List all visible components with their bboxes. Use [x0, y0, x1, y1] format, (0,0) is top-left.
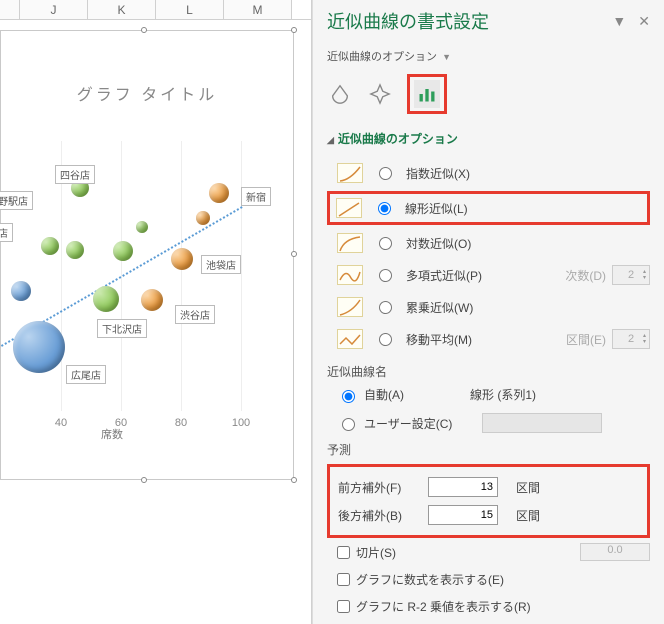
- pane-subheader[interactable]: 近似曲線のオプション ▼: [327, 48, 650, 64]
- data-point[interactable]: [113, 241, 133, 261]
- log-curve-icon: [337, 233, 363, 253]
- forecast-highlight: 前方補外(F) 区間 後方補外(B) 区間: [327, 464, 650, 538]
- trend-type-polynomial[interactable]: 多項式近似(P) 次数(D) 2: [327, 259, 650, 291]
- trendline-name-section: 近似曲線名: [327, 363, 650, 380]
- data-point[interactable]: [41, 237, 59, 255]
- exp-curve-icon: [337, 163, 363, 183]
- fill-line-tab-icon[interactable]: [327, 81, 353, 107]
- chart-handle[interactable]: [291, 27, 297, 33]
- radio-auto-name[interactable]: [342, 390, 355, 403]
- radio-linear[interactable]: [378, 202, 391, 215]
- label-logarithmic: 対数近似(O): [406, 235, 471, 252]
- col-header-j[interactable]: J: [20, 0, 88, 19]
- label-exponential: 指数近似(X): [406, 165, 470, 182]
- data-label[interactable]: 渋谷店: [175, 305, 215, 324]
- pane-dropdown-icon[interactable]: ▼: [612, 13, 626, 29]
- trend-type-movingavg[interactable]: 移動平均(M) 区間(E) 2: [327, 323, 650, 355]
- data-label[interactable]: 上野駅店: [0, 191, 33, 210]
- plot-area: 四谷店 上野駅店 町店 下北沢店 広尾店 渋谷店 池袋店 新宿 40 60 80…: [1, 141, 295, 411]
- section-label: 近似曲線のオプション: [338, 132, 458, 146]
- data-point[interactable]: [196, 211, 210, 225]
- backward-unit: 区間: [516, 507, 540, 524]
- col-header-m[interactable]: M: [224, 0, 292, 19]
- pane-title: 近似曲線の書式設定: [327, 8, 489, 34]
- data-label[interactable]: 池袋店: [201, 255, 241, 274]
- label-auto-name: 自動(A): [364, 386, 404, 403]
- chart-handle[interactable]: [291, 477, 297, 483]
- trend-type-power[interactable]: 累乗近似(W): [327, 291, 650, 323]
- data-point[interactable]: [66, 241, 84, 259]
- label-show-r2: グラフに R-2 乗値を表示する(R): [356, 598, 531, 615]
- period-stepper[interactable]: 2: [612, 329, 650, 349]
- close-icon[interactable]: ✕: [638, 13, 650, 30]
- format-tabs: [327, 74, 650, 114]
- chart-title[interactable]: グラフ タイトル: [1, 81, 293, 105]
- movavg-curve-icon: [337, 329, 363, 349]
- col-header-l[interactable]: L: [156, 0, 224, 19]
- degree-label: 次数(D): [565, 267, 606, 284]
- chart[interactable]: グラフ タイトル 四谷店 上野駅店 町店 下北沢店: [0, 30, 294, 480]
- section-trendline-options[interactable]: ◢近似曲線のオプション: [327, 130, 650, 147]
- format-trendline-pane: 近似曲線の書式設定 ▼ ✕ 近似曲線のオプション ▼ ◢近似曲線のオプション 指…: [312, 0, 664, 624]
- poly-curve-icon: [337, 265, 363, 285]
- radio-movingavg[interactable]: [379, 333, 392, 346]
- linear-curve-icon: [336, 198, 362, 218]
- data-point-shinjuku[interactable]: [209, 183, 229, 203]
- data-label[interactable]: 下北沢店: [97, 319, 147, 338]
- data-label[interactable]: 新宿: [241, 187, 271, 206]
- intercept-input[interactable]: 0.0: [580, 543, 650, 561]
- subheader-label: 近似曲線のオプション: [327, 51, 437, 63]
- label-intercept: 切片(S): [356, 544, 396, 561]
- col-header-k[interactable]: K: [88, 0, 156, 19]
- radio-power[interactable]: [379, 301, 392, 314]
- label-power: 累乗近似(W): [406, 299, 473, 316]
- forward-label: 前方補外(F): [338, 479, 418, 496]
- forecast-section: 予測: [327, 441, 650, 458]
- forward-unit: 区間: [516, 479, 540, 496]
- label-movingavg: 移動平均(M): [406, 331, 472, 348]
- trend-type-logarithmic[interactable]: 対数近似(O): [327, 227, 650, 259]
- data-label[interactable]: 町店: [0, 223, 13, 242]
- data-label[interactable]: 四谷店: [55, 165, 95, 184]
- chart-handle[interactable]: [141, 477, 147, 483]
- data-point-hiroo[interactable]: [13, 321, 65, 373]
- radio-logarithmic[interactable]: [379, 237, 392, 250]
- chart-options-icon: [414, 80, 440, 108]
- data-point-ikebukuro[interactable]: [171, 248, 193, 270]
- trendline-options-tab[interactable]: [407, 74, 447, 114]
- column-headers: J K L M: [0, 0, 311, 20]
- degree-stepper[interactable]: 2: [612, 265, 650, 285]
- radio-exponential[interactable]: [379, 167, 392, 180]
- spreadsheet-chart-area: J K L M グラフ タイトル: [0, 0, 312, 624]
- backward-label: 後方補外(B): [338, 507, 418, 524]
- data-point-shimokita[interactable]: [93, 286, 119, 312]
- forward-input[interactable]: [428, 477, 498, 497]
- radio-polynomial[interactable]: [379, 269, 392, 282]
- custom-name-input[interactable]: [482, 413, 602, 433]
- label-polynomial: 多項式近似(P): [406, 267, 482, 284]
- chart-handle[interactable]: [141, 27, 147, 33]
- label-custom-name: ユーザー設定(C): [364, 415, 452, 432]
- power-curve-icon: [337, 297, 363, 317]
- backward-input[interactable]: [428, 505, 498, 525]
- auto-name-value: 線形 (系列1): [470, 386, 610, 403]
- period-label: 区間(E): [566, 331, 606, 348]
- label-linear: 線形近似(L): [405, 200, 468, 217]
- checkbox-intercept[interactable]: [337, 546, 350, 559]
- checkbox-show-r2[interactable]: [337, 600, 350, 613]
- data-point-shibuya[interactable]: [141, 289, 163, 311]
- radio-custom-name[interactable]: [342, 418, 355, 431]
- trend-type-exponential[interactable]: 指数近似(X): [327, 157, 650, 189]
- data-point[interactable]: [11, 281, 31, 301]
- effects-tab-icon[interactable]: [367, 81, 393, 107]
- col-header[interactable]: [0, 0, 20, 19]
- data-label[interactable]: 広尾店: [66, 365, 106, 384]
- checkbox-show-equation[interactable]: [337, 573, 350, 586]
- label-show-equation: グラフに数式を表示する(E): [356, 571, 504, 588]
- data-point[interactable]: [136, 221, 148, 233]
- trend-type-linear[interactable]: 線形近似(L): [327, 191, 650, 225]
- x-axis-label[interactable]: 席数: [0, 426, 293, 442]
